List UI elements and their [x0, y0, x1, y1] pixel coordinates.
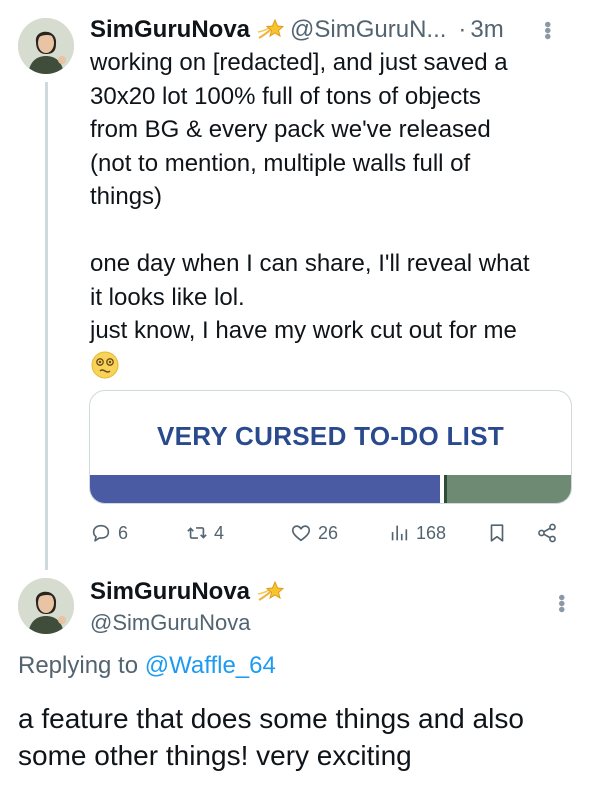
sparkle-star-badge-icon: [257, 580, 285, 601]
user-handle[interactable]: @SimGuruNova: [90, 610, 251, 636]
share-button[interactable]: [536, 522, 564, 544]
dizzy-face-emoji: [91, 351, 119, 379]
heart-icon: [291, 525, 311, 542]
display-name[interactable]: SimGuruNova: [90, 16, 250, 44]
user-handle[interactable]: @SimGuruN...: [290, 16, 446, 44]
views-button[interactable]: 168: [388, 522, 446, 544]
views-count: 168: [416, 522, 447, 543]
more-dots-icon[interactable]: •••: [536, 21, 558, 39]
tweet-text: working on [redacted], and just saved a …: [90, 46, 580, 381]
tweet-text-line: things): [90, 183, 163, 210]
sparkle-star-badge-icon: [257, 18, 285, 39]
mention-link[interactable]: @Waffle_64: [145, 652, 276, 679]
reply-button[interactable]: 6: [90, 522, 128, 544]
card-image-thumbnail: [444, 475, 571, 503]
share-icon: [538, 523, 556, 543]
timestamp[interactable]: 3m: [470, 16, 503, 44]
link-preview-card[interactable]: VERY CURSED TO-DO LIST: [89, 390, 572, 504]
bookmark-icon: [490, 524, 504, 542]
reply-bubble-icon: [92, 524, 110, 542]
card-image-band: [90, 475, 440, 503]
tweet-text-line: one day when I can share, I'll reveal wh…: [90, 250, 530, 277]
retweet-count: 4: [214, 522, 225, 543]
like-count: 26: [318, 522, 339, 543]
bookmark-button[interactable]: [486, 522, 514, 544]
tweet-text-line: (not to mention, multiple walls full of: [90, 149, 471, 177]
display-name[interactable]: SimGuruNova: [90, 578, 250, 606]
thread-connector-line: [45, 82, 48, 570]
tweet-actions: 6 4 26 168: [90, 520, 570, 548]
views-bars-icon: [391, 525, 408, 541]
separator-dot: ·: [458, 16, 467, 43]
tweet-text-line: from BG & every pack we've released: [90, 116, 491, 143]
avatar[interactable]: [18, 578, 74, 634]
retweet-icon: [187, 527, 207, 539]
retweet-button[interactable]: 4: [186, 522, 224, 544]
tweet-text-line: working on [redacted], and just saved a: [90, 49, 508, 76]
like-button[interactable]: 26: [290, 522, 338, 544]
avatar[interactable]: [18, 18, 74, 74]
tweet-text-line: just know, I have my work cut out for me: [90, 317, 517, 344]
reply-header: SimGuruNova: [90, 578, 285, 606]
tweet-text-line: 30x20 lot 100% full of tons of objects: [90, 82, 481, 110]
tweet-header: SimGuruNova @SimGuruN... · 3m •••: [90, 13, 575, 47]
replying-to: Replying to @Waffle_64: [18, 652, 276, 680]
reply-count: 6: [118, 522, 129, 543]
tweet-text-line: it looks like lol.: [90, 283, 245, 311]
card-title: VERY CURSED TO-DO LIST: [156, 421, 505, 451]
reply-text: a feature that does some things and also…: [18, 703, 524, 771]
replying-to-label: Replying to: [18, 652, 139, 679]
more-dots-icon[interactable]: •••: [550, 594, 572, 612]
